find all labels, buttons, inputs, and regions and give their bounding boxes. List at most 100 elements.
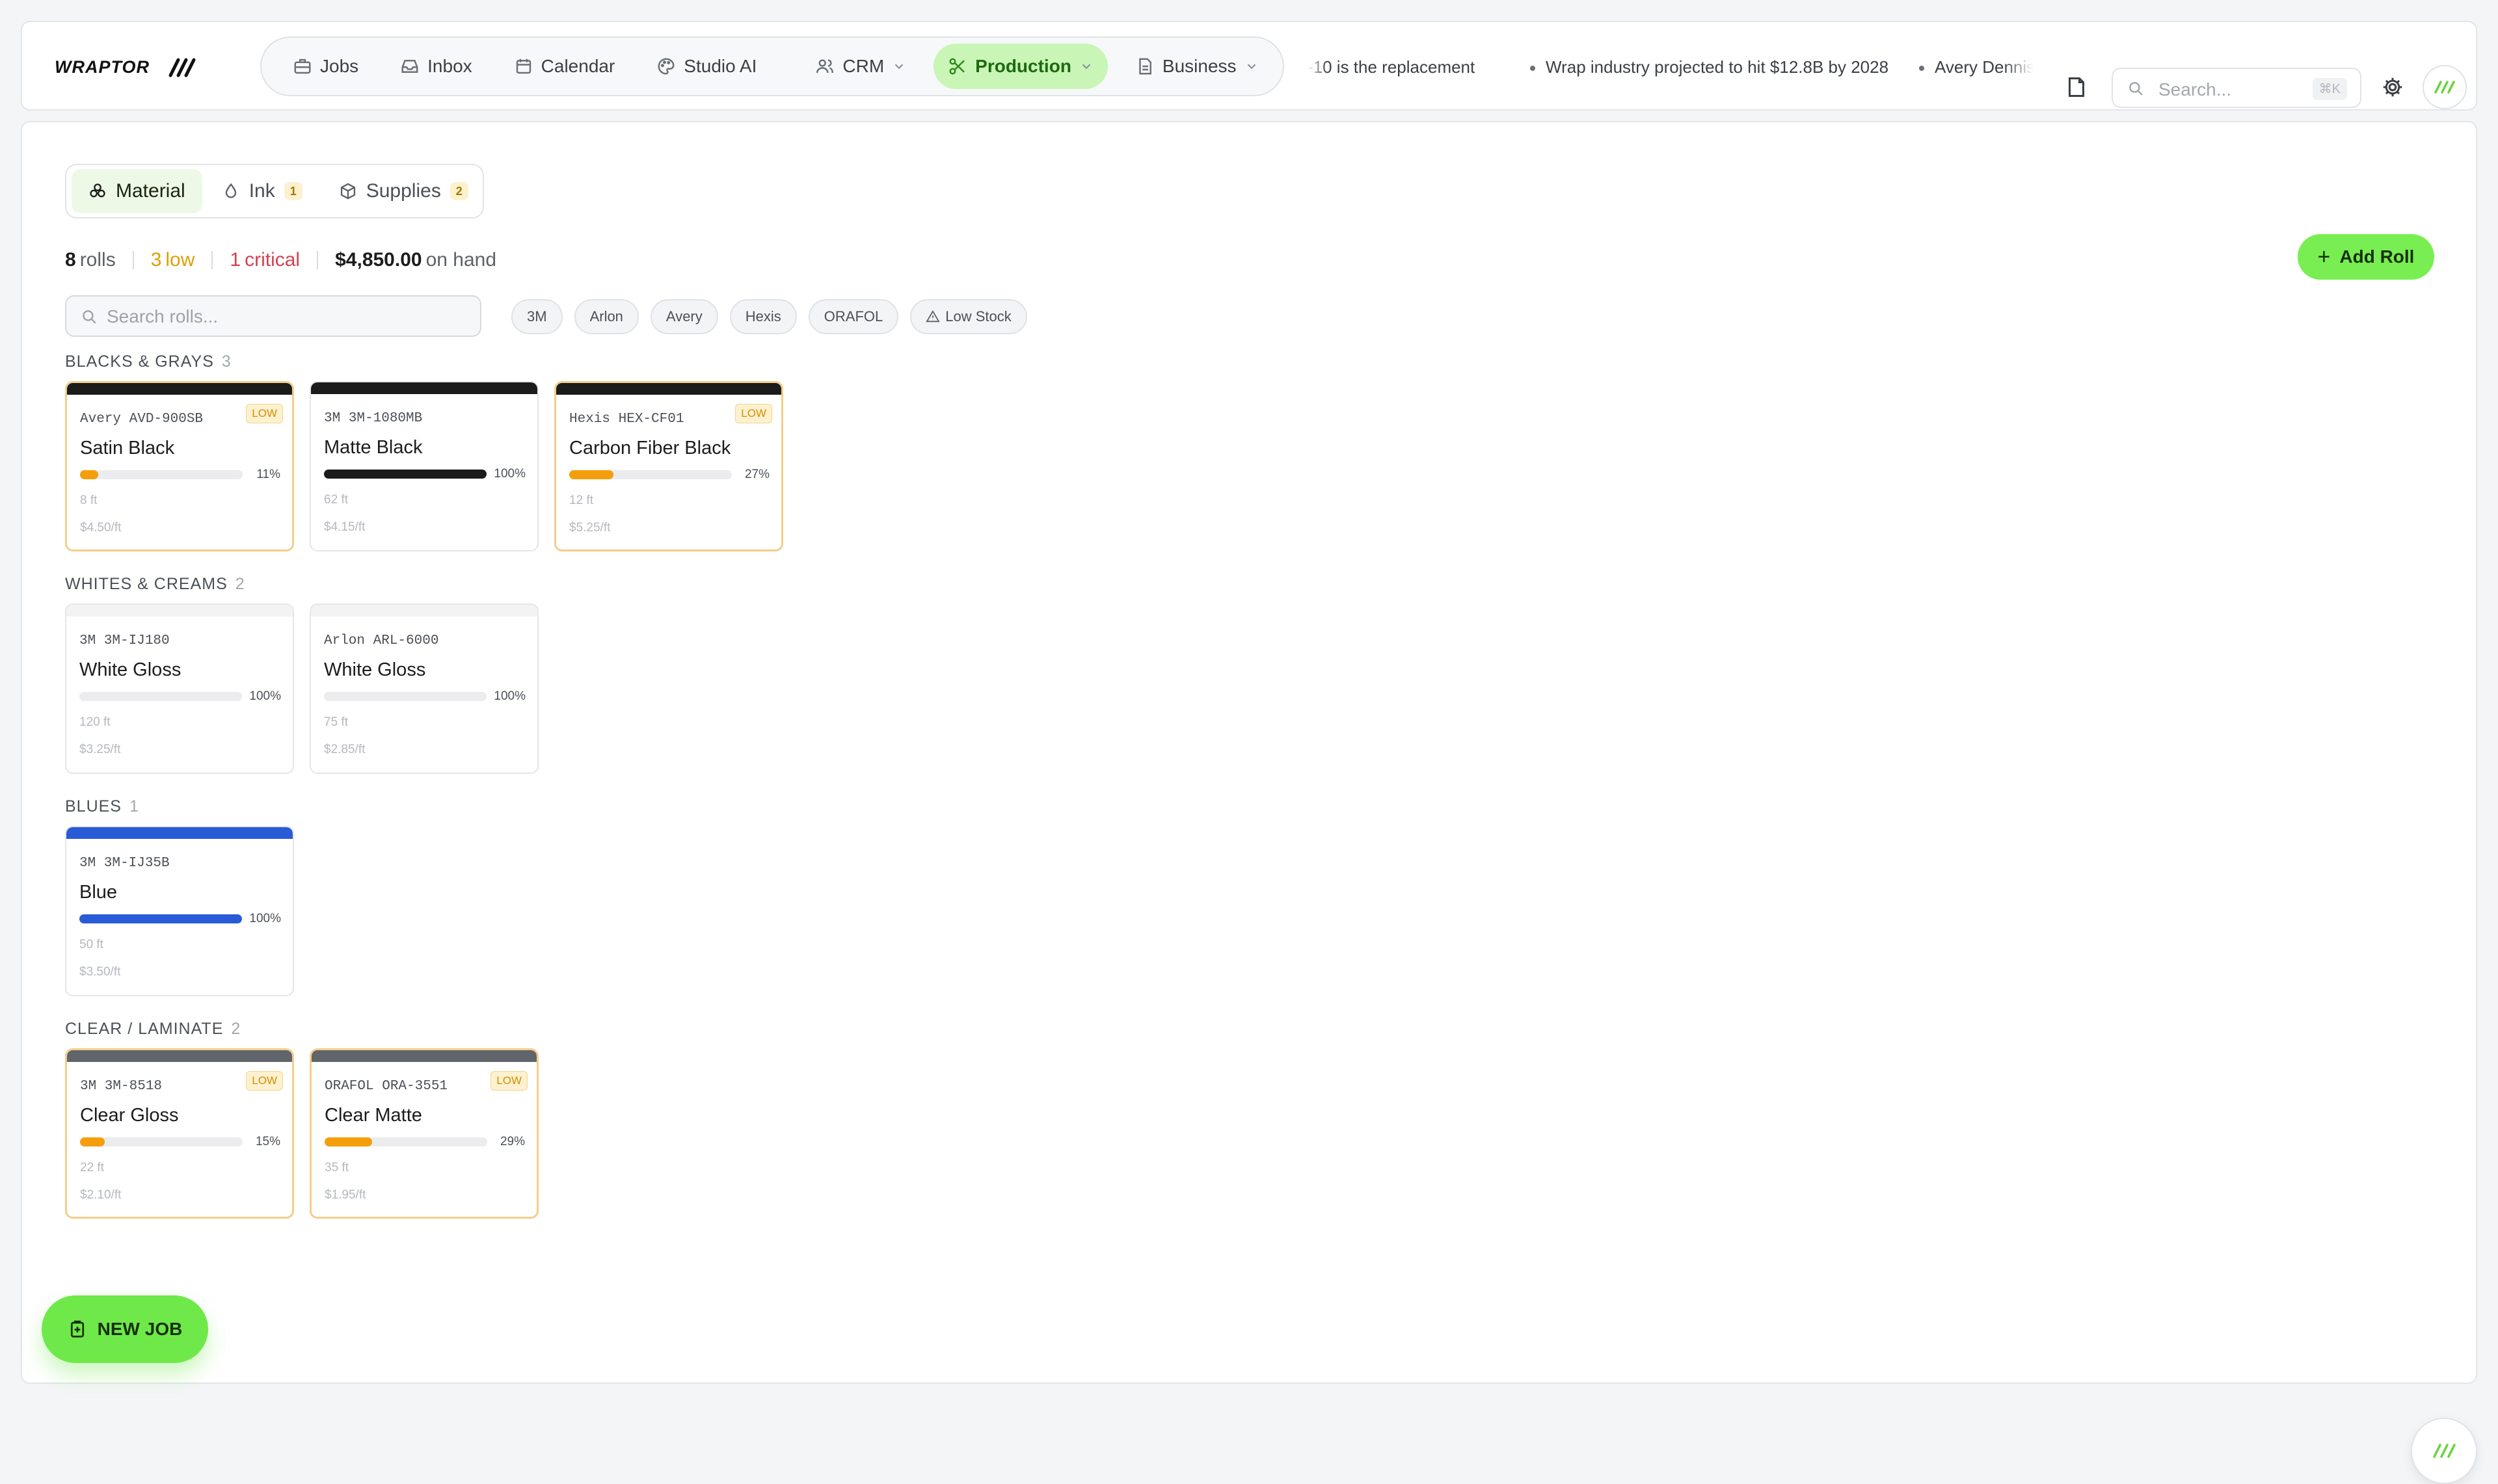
stock-level-bar <box>324 470 487 479</box>
stock-percent: 100% <box>249 689 281 703</box>
filter-chip-3m[interactable]: 3M <box>511 299 563 334</box>
brand-slash-icon <box>2434 81 2455 94</box>
stock-level-fill <box>325 1137 372 1146</box>
nav-item-label: Calendar <box>541 56 615 76</box>
nav-item-calendar[interactable]: Calendar <box>500 44 630 89</box>
main-nav: Jobs Inbox Calendar Studio AI CRM Production B… <box>260 36 1284 96</box>
stock-level-fill <box>79 692 242 701</box>
rolls-label: rolls <box>79 249 116 271</box>
low-count: 3 <box>150 249 162 271</box>
film-roll-icon <box>88 182 107 200</box>
avatar[interactable] <box>2423 65 2467 109</box>
color-swatch-band <box>311 605 537 616</box>
filter-chip-orafol[interactable]: ORAFOL <box>808 299 899 334</box>
critical-count: 1 <box>230 249 241 271</box>
stock-level-bar <box>79 914 242 923</box>
inventory-panel: Material Ink 1 Supplies 2 8 rolls 3 low 1 cr… <box>21 121 2477 1484</box>
filter-chip-label: Low Stock <box>945 308 1012 325</box>
stock-level-bar <box>80 470 243 479</box>
brand-slash-icon <box>2433 1444 2456 1458</box>
group-name: WHITES & CREAMS <box>65 575 228 593</box>
new-job-button[interactable]: NEW JOB <box>42 1295 208 1363</box>
color-swatch-band <box>67 383 292 395</box>
low-stock-badge: LOW <box>246 1071 283 1091</box>
roll-card[interactable]: 3M 3M-1080MB Matte Black 100% 62 ft $4.15/ft <box>310 381 539 551</box>
roll-length: 35 ft <box>325 1161 349 1174</box>
filter-chip-label: Avery <box>665 308 703 325</box>
inventory-tabs: Material Ink 1 Supplies 2 <box>65 164 484 219</box>
group-title: WHITES & CREAMS 2 <box>65 575 245 594</box>
ticker-item: Wrap industry projected to hit $12.8B by… <box>1530 57 1888 77</box>
group-count: 2 <box>231 1020 241 1038</box>
inventory-value: $4,850.00 <box>335 249 422 271</box>
low-stock-badge: LOW <box>246 404 283 423</box>
filter-chip-arlon[interactable]: Arlon <box>574 299 639 334</box>
roll-card[interactable]: Hexis HEX-CF01 LOW Carbon Fiber Black 27% 12… <box>554 381 783 551</box>
stock-percent: 11% <box>256 468 280 481</box>
notes-icon[interactable] <box>2065 75 2088 99</box>
calendar-icon <box>514 57 533 76</box>
wraptor-logo-mark: WRAPTOR <box>55 57 196 77</box>
users-icon <box>815 57 835 76</box>
nav-item-studio-ai[interactable]: Studio AI <box>642 44 771 89</box>
color-swatch-band <box>311 382 537 394</box>
stock-level-fill <box>324 692 487 701</box>
tab-supplies[interactable]: Supplies 2 <box>322 169 485 213</box>
nav-item-crm[interactable]: CRM <box>801 44 920 89</box>
roll-card[interactable]: 3M 3M-8518 LOW Clear Gloss 15% 22 ft $2.10/ft <box>65 1048 294 1219</box>
wraptor-logo[interactable]: WRAPTOR <box>55 53 198 79</box>
stock-percent: 27% <box>744 468 770 481</box>
roll-name: Matte Black <box>324 437 423 458</box>
global-search[interactable]: Search... ⌘K <box>2112 68 2361 108</box>
filter-chip-low-stock[interactable]: Low Stock <box>910 299 1027 334</box>
stock-level-bar <box>80 1137 243 1146</box>
roll-card[interactable]: 3M 3M-IJ35B Blue 100% 50 ft $3.50/ft <box>65 826 294 996</box>
gear-icon[interactable] <box>2381 75 2404 99</box>
roll-card[interactable]: ORAFOL ORA-3551 LOW Clear Matte 29% 35 ft $1.… <box>310 1048 539 1219</box>
filter-chip-label: ORAFOL <box>824 308 883 325</box>
group-title: BLACKS & GRAYS 3 <box>65 352 232 371</box>
assistant-button[interactable] <box>2411 1418 2477 1484</box>
nav-item-label: Studio AI <box>684 56 757 76</box>
plus-icon: + <box>2317 244 2331 269</box>
tab-label: Ink <box>248 180 275 202</box>
tab-material[interactable]: Material <box>72 169 202 213</box>
palette-icon <box>656 57 676 76</box>
roll-sku: 3M 3M-IJ180 <box>79 633 170 648</box>
ink-drop-icon <box>222 182 240 200</box>
roll-card[interactable]: Arlon ARL-6000 White Gloss 100% 75 ft $2.85/… <box>310 603 539 774</box>
ticker-item: -10 is the replacement <box>1308 57 1475 77</box>
nav-item-inbox[interactable]: Inbox <box>386 44 487 89</box>
roll-name: Satin Black <box>80 438 175 458</box>
roll-length: 75 ft <box>324 715 348 729</box>
tab-count-badge: 2 <box>450 182 468 200</box>
roll-search-input[interactable] <box>107 304 471 329</box>
nav-item-jobs[interactable]: Jobs <box>278 44 373 89</box>
roll-price: $3.25/ft <box>79 743 121 756</box>
top-bar: WRAPTOR Jobs Inbox Calendar Studio AI CRM Pro… <box>21 21 2477 111</box>
roll-card[interactable]: Avery AVD-900SB LOW Satin Black 11% 8 ft $4.5… <box>65 381 294 551</box>
stock-percent: 29% <box>500 1135 525 1148</box>
filter-chip-avery[interactable]: Avery <box>650 299 718 334</box>
filter-chip-hexis[interactable]: Hexis <box>729 299 797 334</box>
roll-length: 22 ft <box>80 1161 104 1174</box>
nav-item-label: Inbox <box>427 56 472 76</box>
warning-icon <box>926 310 941 324</box>
svg-text:WRAPTOR: WRAPTOR <box>55 57 150 77</box>
stock-level-bar <box>79 692 242 701</box>
roll-length: 12 ft <box>569 494 593 507</box>
stock-level-bar <box>569 470 732 479</box>
stock-level-bar <box>325 1137 487 1146</box>
nav-item-label: Jobs <box>320 56 359 76</box>
add-roll-button[interactable]: + Add Roll <box>2298 234 2434 280</box>
roll-search[interactable] <box>65 295 481 337</box>
rolls-count: 8 <box>65 249 76 271</box>
roll-card[interactable]: 3M 3M-IJ180 White Gloss 100% 120 ft $3.25/ft <box>65 603 294 774</box>
nav-item-business[interactable]: Business <box>1121 44 1273 89</box>
stock-level-fill <box>79 914 242 923</box>
roll-length: 8 ft <box>80 494 98 507</box>
tab-ink[interactable]: Ink 1 <box>205 169 319 213</box>
stock-percent: 100% <box>494 689 526 703</box>
search-shortcut: ⌘K <box>2312 78 2347 100</box>
nav-item-production[interactable]: Production <box>933 44 1108 89</box>
